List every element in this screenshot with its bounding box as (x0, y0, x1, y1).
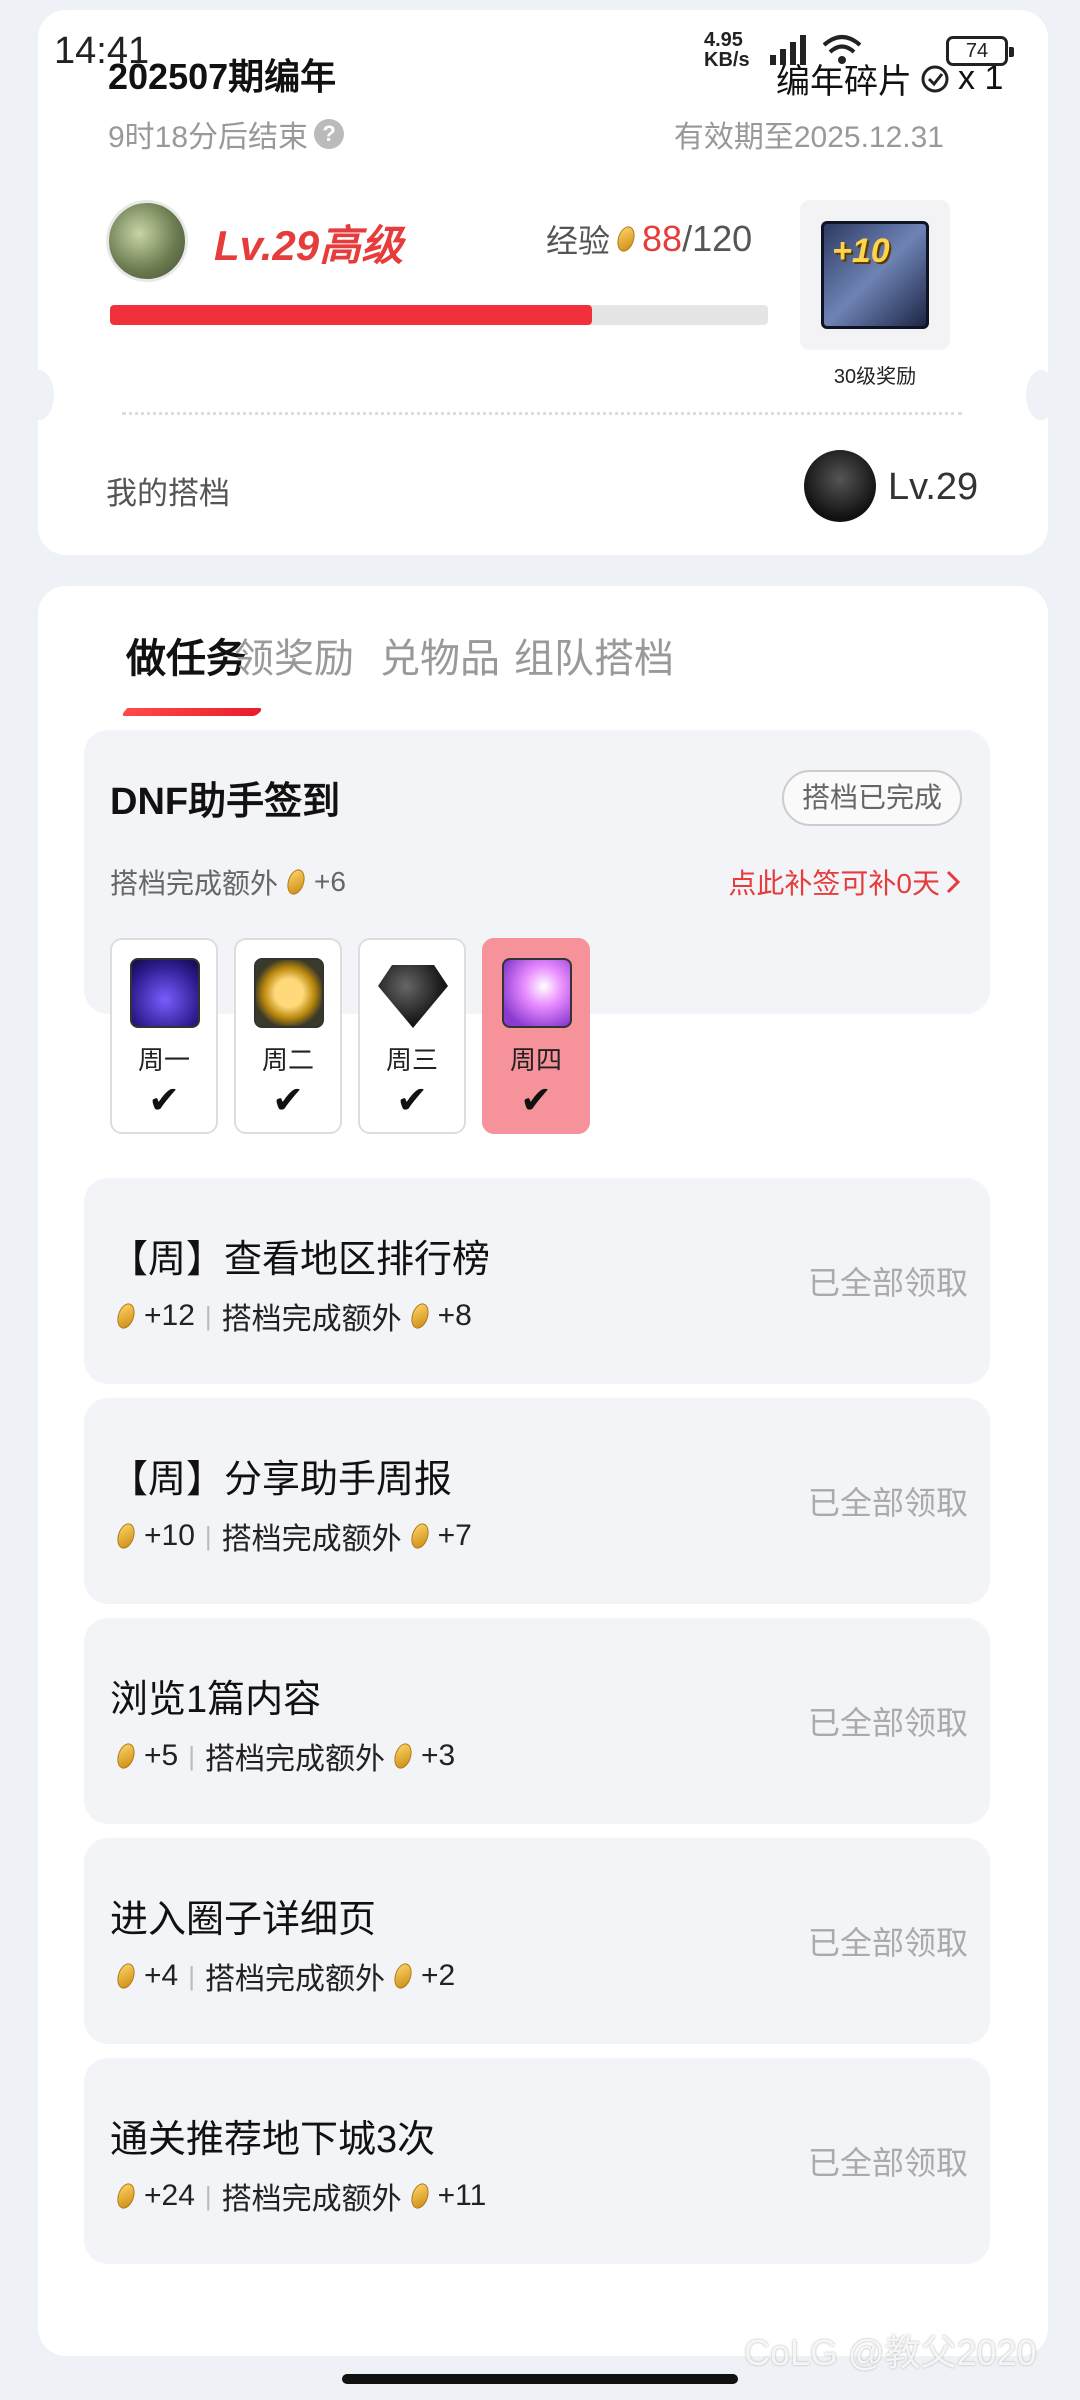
task-title: 【周】分享助手周报 (110, 1459, 453, 1501)
user-avatar[interactable] (106, 200, 188, 282)
task-card-circle: 进入圈子详细页 +4 | 搭档完成额外 +2 已全部领取 (84, 1838, 990, 2044)
level-reward-label: 30级奖励 (833, 366, 917, 388)
signin-task-title: DNF助手签到 (110, 781, 341, 823)
task-reward: +24 | 搭档完成额外 +11 (114, 2174, 486, 2218)
task-status: 已全部领取 (807, 1485, 968, 1521)
signin-bonus: 搭档完成额外 +6 (110, 866, 346, 899)
coin-icon (408, 1301, 432, 1331)
task-reward: +4 | 搭档完成额外 +2 (114, 1954, 455, 1998)
task-card-browse: 浏览1篇内容 +5 | 搭档完成额外 +3 已全部领取 (84, 1618, 990, 1824)
coin-icon (114, 1961, 138, 1991)
tab-bar: 做任务 领奖励 兑物品 组队搭档 (38, 586, 1048, 736)
task-status: 已全部领取 (807, 1265, 968, 1301)
ticket-notch-left (24, 370, 54, 420)
validity-date: 有效期至2025.12.31 (673, 121, 944, 154)
tab-exchange[interactable]: 兑物品 (380, 626, 500, 684)
pink-crystal-icon (502, 958, 572, 1028)
enhance-ticket-icon: +10 (821, 221, 929, 329)
signin-day-tue[interactable]: 周二 ✔ (234, 938, 342, 1134)
coin-icon (284, 867, 308, 897)
exp-coin-icon (614, 224, 638, 254)
signin-days: 周一 ✔ 周二 ✔ 周三 ✔ 周四 ✔ (110, 938, 590, 1134)
partner-label: 我的搭档 (106, 476, 230, 511)
partner-done-badge: 搭档已完成 (781, 770, 962, 826)
task-title: 【周】查看地区排行榜 (110, 1239, 491, 1281)
tab-team-partner[interactable]: 组队搭档 (514, 626, 674, 684)
coin-icon (114, 2181, 138, 2211)
task-reward: +5 | 搭档完成额外 +3 (114, 1734, 455, 1778)
shard-icon (921, 65, 949, 92)
task-card-share: 【周】分享助手周报 +10 | 搭档完成额外 +7 已全部领取 (84, 1398, 990, 1604)
coin-icon (391, 1741, 415, 1771)
signin-day-wed[interactable]: 周三 ✔ (358, 938, 466, 1134)
coin-icon (114, 1741, 138, 1771)
chevron-right-icon (946, 870, 961, 894)
season-title: 202507期编年 (108, 56, 337, 97)
signin-day-thu[interactable]: 周四 ✔ (482, 938, 590, 1134)
task-title: 浏览1篇内容 (110, 1679, 322, 1721)
task-card-ranking: 【周】查看地区排行榜 +12 | 搭档完成额外 +8 已全部领取 (84, 1178, 990, 1384)
chronicle-shards[interactable]: 编年碎片 x 1 (776, 54, 1003, 103)
check-icon: ✔ (272, 1080, 304, 1122)
home-indicator[interactable] (342, 2374, 738, 2384)
experience-progress-fill (110, 305, 593, 325)
check-icon: ✔ (396, 1080, 428, 1122)
user-level: Lv.29高级 (214, 222, 404, 269)
task-status: 已全部领取 (807, 2145, 968, 2181)
check-icon: ✔ (520, 1080, 552, 1122)
task-status: 已全部领取 (807, 1925, 968, 1961)
black-gem-icon (378, 965, 448, 1028)
purple-bag-icon (130, 958, 200, 1028)
season-countdown: 9时18分后结束 ? (108, 112, 345, 156)
task-title: 进入圈子详细页 (110, 1899, 377, 1941)
experience-progress-bar (110, 305, 768, 325)
makeup-signin-link[interactable]: 点此补签可补0天 (728, 862, 962, 902)
partner-level: Lv.29 (888, 466, 979, 508)
coin-icon (408, 2181, 432, 2211)
help-icon[interactable]: ? (314, 119, 345, 149)
coin-icon (114, 1521, 138, 1551)
divider (122, 412, 962, 415)
signin-day-mon[interactable]: 周一 ✔ (110, 938, 218, 1134)
task-card-dungeon: 通关推荐地下城3次 +24 | 搭档完成额外 +11 已全部领取 (84, 2058, 990, 2264)
watermark: CoLG @教父2020 (744, 2332, 1037, 2373)
task-reward: +12 | 搭档完成额外 +8 (114, 1294, 472, 1338)
ticket-notch-right (1026, 370, 1056, 420)
experience-readout: 经验 88/120 (546, 218, 753, 259)
partner-avatar[interactable] (804, 450, 876, 522)
active-tab-indicator (120, 708, 264, 716)
task-status: 已全部领取 (807, 1705, 968, 1741)
coin-icon (408, 1521, 432, 1551)
task-title: 通关推荐地下城3次 (110, 2119, 436, 2161)
coin-icon (114, 1301, 138, 1331)
check-icon: ✔ (148, 1080, 180, 1122)
tab-tasks[interactable]: 做任务 (126, 626, 246, 684)
gold-coin-icon (254, 958, 324, 1028)
tab-rewards[interactable]: 领奖励 (234, 626, 354, 684)
level-reward-item[interactable]: +10 (800, 200, 950, 350)
coin-icon (391, 1961, 415, 1991)
task-reward: +10 | 搭档完成额外 +7 (114, 1514, 472, 1558)
